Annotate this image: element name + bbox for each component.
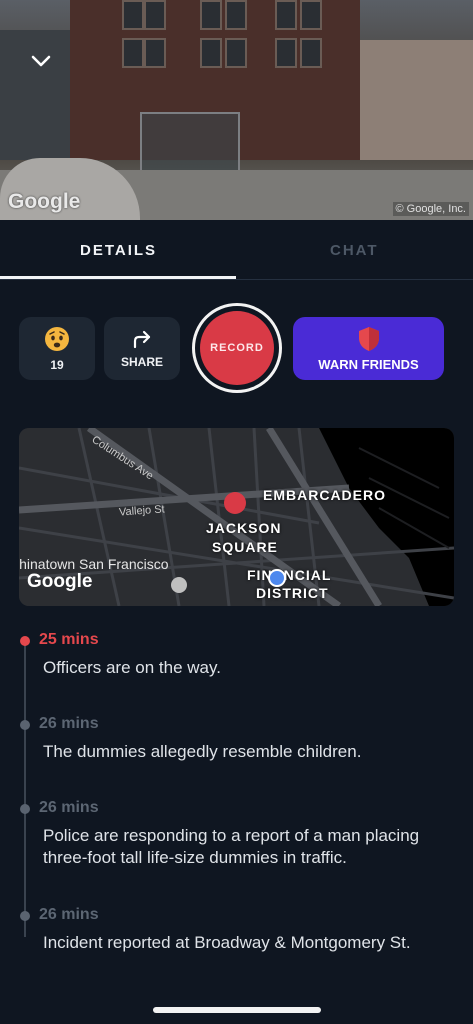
share-arrow-icon	[133, 330, 151, 348]
record-button-ring[interactable]: RECORD	[192, 303, 282, 393]
street-view-image[interactable]: Google © Google, Inc.	[0, 0, 473, 220]
incident-timeline: 25 mins Officers are on the way. 26 mins…	[0, 625, 473, 965]
timeline-time: 26 mins	[39, 799, 99, 816]
home-indicator[interactable]	[153, 1007, 321, 1013]
warn-friends-button[interactable]: WARN FRIENDS	[293, 317, 444, 380]
reaction-count: 19	[50, 357, 64, 372]
timeline-text: Police are responding to a report of a m…	[43, 826, 420, 867]
tab-bar: DETAILS CHAT	[0, 220, 473, 280]
tab-details[interactable]: DETAILS	[80, 242, 157, 259]
chevron-down-icon	[31, 55, 51, 67]
street-view-building-right	[360, 40, 473, 160]
warn-friends-label: WARN FRIENDS	[318, 356, 419, 372]
incident-location-pin[interactable]	[224, 492, 246, 514]
google-watermark: Google	[8, 190, 81, 213]
timeline-text: Incident reported at Broadway & Montgome…	[43, 933, 411, 952]
worried-face-icon	[45, 326, 69, 351]
user-location-dot	[268, 569, 286, 587]
map-label-district: DISTRICT	[256, 585, 329, 601]
map-label-square: SQUARE	[212, 539, 278, 555]
copyright-label: © Google, Inc.	[392, 202, 469, 216]
map-label-jackson: JACKSON	[206, 520, 282, 536]
tab-indicator	[0, 276, 236, 279]
poi-marker[interactable]	[171, 577, 187, 593]
bus-shelter	[140, 112, 240, 172]
reaction-button[interactable]: 19	[19, 317, 95, 380]
record-button[interactable]: RECORD	[200, 311, 274, 385]
timeline-dot	[20, 911, 30, 921]
incident-map[interactable]: Columbus Ave Vallejo St EMBARCADERO JACK…	[19, 428, 454, 606]
timeline-line	[24, 641, 26, 937]
map-label-chinatown: Chinatown San Francisco	[19, 556, 169, 572]
timeline-text: Officers are on the way.	[43, 658, 221, 677]
shield-icon	[358, 326, 379, 351]
timeline-time: 25 mins	[39, 631, 99, 648]
timeline-time: 26 mins	[39, 715, 99, 732]
action-row: 19 SHARE RECORD WARN FRIENDS	[0, 300, 473, 400]
map-google-watermark: Google	[27, 571, 93, 592]
share-button[interactable]: SHARE	[104, 317, 180, 380]
timeline-text: The dummies allegedly resemble children.	[43, 742, 362, 761]
timeline-dot	[20, 720, 30, 730]
tab-chat[interactable]: CHAT	[330, 242, 379, 259]
share-label: SHARE	[120, 354, 163, 369]
map-label-embarcadero: EMBARCADERO	[263, 487, 386, 503]
timeline-dot	[20, 636, 30, 646]
timeline-time: 26 mins	[39, 906, 99, 923]
map-label-financial: FINANCIAL	[247, 567, 332, 583]
collapse-button[interactable]	[26, 48, 56, 74]
timeline-dot	[20, 804, 30, 814]
